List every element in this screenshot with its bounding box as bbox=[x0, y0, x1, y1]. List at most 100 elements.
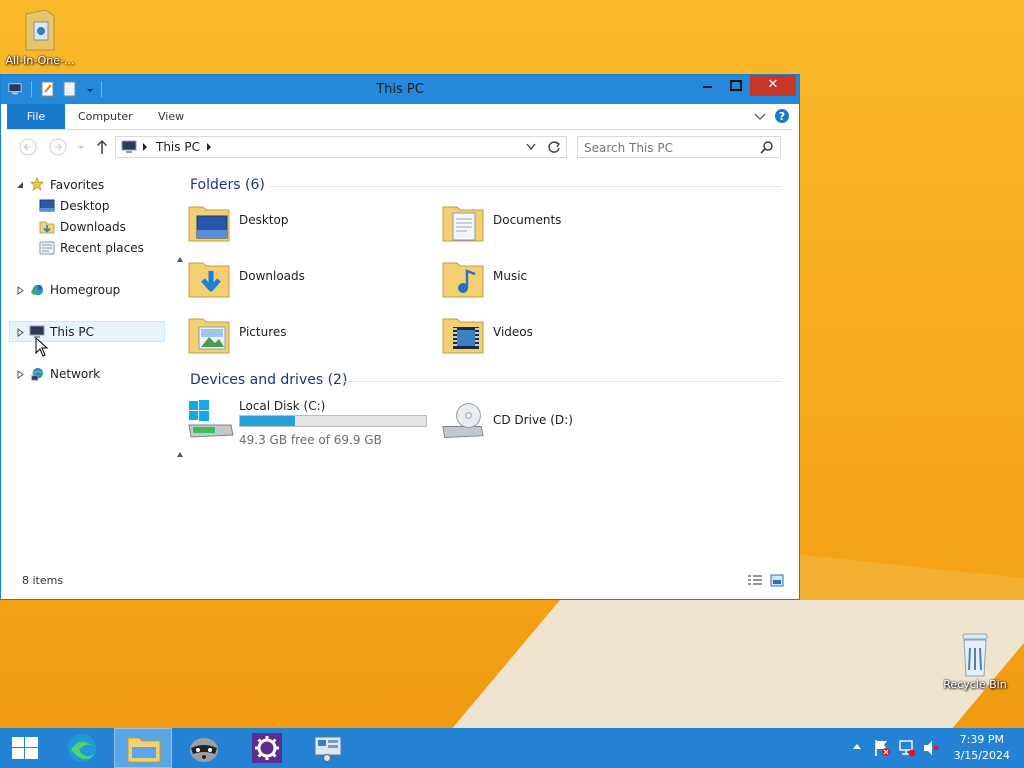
nav-item-label: Network bbox=[50, 367, 101, 381]
collapse-arrow-icon[interactable] bbox=[176, 451, 184, 459]
drive-cd-d[interactable]: CD Drive (D:) bbox=[441, 397, 681, 447]
nav-item-label: This PC bbox=[50, 325, 94, 339]
desktop-icon-recycle-bin[interactable]: Recycle Bin bbox=[935, 632, 1015, 691]
network-status-icon[interactable] bbox=[898, 739, 916, 757]
folder-pictures[interactable]: Pictures bbox=[187, 309, 427, 359]
file-explorer-icon bbox=[127, 737, 161, 763]
raccoon-app-icon bbox=[190, 738, 218, 762]
refresh-icon[interactable] bbox=[547, 140, 561, 154]
nav-item-label: Downloads bbox=[60, 220, 126, 234]
folder-music[interactable]: Music bbox=[441, 253, 681, 303]
group-header-devices-and-drives[interactable]: Devices and drives (2) bbox=[190, 372, 347, 388]
help-icon[interactable]: ? bbox=[774, 108, 790, 124]
item-label: Documents bbox=[493, 213, 562, 227]
nav-item-label: Desktop bbox=[60, 199, 110, 213]
clock[interactable]: 7:39 PM 3/15/2024 bbox=[954, 732, 1010, 764]
downloads-folder-icon bbox=[188, 262, 230, 298]
maximize-button[interactable] bbox=[722, 75, 749, 96]
collapse-arrow-icon[interactable] bbox=[176, 256, 184, 264]
title-bar[interactable]: This PC ✕ bbox=[1, 75, 799, 104]
expand-arrow-icon[interactable] bbox=[17, 370, 24, 379]
explorer-window: This PC ✕ File Computer View ? This PC S… bbox=[0, 74, 800, 600]
drive-free-space: 49.3 GB free of 69.9 GB bbox=[239, 433, 382, 447]
computer-icon bbox=[121, 140, 137, 153]
nav-item-label: Homegroup bbox=[50, 283, 121, 297]
clock-time: 7:39 PM bbox=[959, 733, 1004, 746]
mouse-cursor-icon bbox=[35, 337, 49, 357]
navigation-bar: This PC bbox=[7, 130, 793, 164]
desktop-icon-label: All-In-One-... bbox=[5, 54, 75, 67]
action-center-flag-icon[interactable] bbox=[874, 739, 890, 757]
taskbar: 7:39 PM 3/15/2024 bbox=[0, 728, 1024, 768]
cd-drive-icon bbox=[442, 403, 484, 438]
address-bar[interactable]: This PC bbox=[115, 136, 567, 158]
folder-desktop[interactable]: Desktop bbox=[187, 197, 427, 247]
taskbar-file-explorer[interactable] bbox=[114, 728, 172, 768]
network-icon bbox=[31, 367, 44, 381]
item-label: Music bbox=[493, 269, 528, 283]
folder-videos[interactable]: Videos bbox=[441, 309, 681, 359]
item-label: Pictures bbox=[239, 325, 287, 339]
item-label: CD Drive (D:) bbox=[493, 413, 573, 427]
tab-view[interactable]: View bbox=[158, 104, 184, 129]
maximize-icon bbox=[730, 80, 742, 91]
close-icon: ✕ bbox=[767, 77, 779, 92]
local-disk-icon bbox=[188, 400, 234, 438]
start-button[interactable] bbox=[0, 728, 50, 768]
back-button[interactable] bbox=[19, 138, 37, 156]
show-hidden-icons-chevron-icon[interactable] bbox=[852, 743, 862, 751]
folder-downloads[interactable]: Downloads bbox=[187, 253, 427, 303]
recent-locations-chevron-icon[interactable] bbox=[77, 143, 85, 151]
large-icons-view-icon[interactable] bbox=[770, 574, 784, 587]
taskbar-app-raccoon[interactable] bbox=[176, 728, 234, 768]
details-view-icon[interactable] bbox=[747, 574, 763, 587]
up-arrow-icon[interactable] bbox=[96, 139, 108, 155]
tab-file[interactable]: File bbox=[7, 104, 65, 129]
status-bar: 8 items bbox=[7, 569, 793, 593]
windows-logo-icon bbox=[12, 737, 38, 759]
edge-browser-icon bbox=[68, 734, 96, 762]
taskbar-browser[interactable] bbox=[54, 728, 112, 768]
breadcrumb-chevron-icon[interactable] bbox=[206, 143, 212, 151]
drive-local-disk-c[interactable]: Local Disk (C:) 49.3 GB free of 69.9 GB bbox=[187, 395, 437, 451]
tab-computer[interactable]: Computer bbox=[78, 104, 133, 129]
volume-muted-icon[interactable] bbox=[922, 739, 940, 757]
item-label: Local Disk (C:) bbox=[239, 399, 326, 413]
control-panel-icon bbox=[314, 736, 342, 762]
taskbar-settings[interactable] bbox=[238, 728, 296, 768]
breadcrumb-chevron-icon[interactable] bbox=[142, 143, 148, 151]
search-icon[interactable] bbox=[760, 140, 774, 154]
desktop-icon-all-in-one[interactable]: All-In-One-... bbox=[0, 6, 80, 67]
folder-documents[interactable]: Documents bbox=[441, 197, 681, 247]
star-icon bbox=[29, 177, 45, 191]
collapse-arrow-icon[interactable] bbox=[16, 181, 24, 189]
forward-button[interactable] bbox=[49, 138, 67, 156]
expand-ribbon-chevron-icon[interactable] bbox=[754, 112, 766, 122]
navigation-pane: Favorites Desktop Downloads Recent place… bbox=[7, 165, 167, 561]
desktop-icon bbox=[39, 199, 55, 212]
videos-folder-icon bbox=[442, 318, 484, 354]
search-box[interactable] bbox=[577, 136, 781, 158]
recycle-bin-icon bbox=[962, 633, 988, 677]
content-pane: Folders (6) Desktop Documents Downloads … bbox=[167, 165, 793, 561]
music-folder-icon bbox=[442, 262, 484, 298]
desktop: All-In-One-... Recycle Bin This PC ✕ Fil… bbox=[0, 0, 1024, 768]
group-divider bbox=[270, 186, 782, 187]
close-button[interactable]: ✕ bbox=[750, 75, 796, 96]
desktop-folder-icon bbox=[188, 206, 230, 242]
group-header-folders[interactable]: Folders (6) bbox=[190, 177, 265, 193]
expand-arrow-icon[interactable] bbox=[17, 286, 24, 295]
breadcrumb-this-pc[interactable]: This PC bbox=[156, 140, 200, 154]
taskbar-control-panel[interactable] bbox=[300, 728, 358, 768]
ribbon: File Computer View ? bbox=[7, 104, 793, 130]
recent-places-icon bbox=[39, 241, 55, 255]
drive-usage-bar bbox=[239, 415, 427, 427]
minimize-button[interactable] bbox=[694, 75, 721, 96]
item-label: Videos bbox=[493, 325, 533, 339]
documents-folder-icon bbox=[442, 206, 484, 242]
downloads-folder-icon bbox=[39, 221, 55, 234]
item-label: Downloads bbox=[239, 269, 305, 283]
address-history-chevron-icon[interactable] bbox=[526, 143, 536, 151]
search-input[interactable] bbox=[582, 138, 756, 158]
expand-arrow-icon[interactable] bbox=[17, 328, 24, 337]
